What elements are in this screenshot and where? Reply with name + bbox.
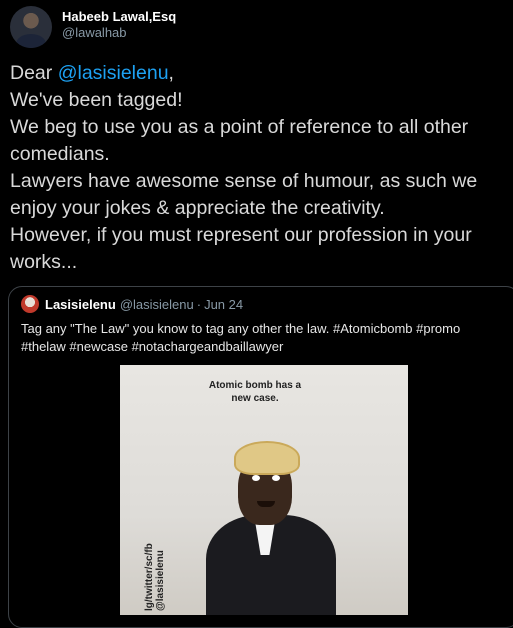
quoted-author-avatar xyxy=(21,295,39,313)
author-avatar[interactable] xyxy=(10,6,52,48)
media-watermark: lg/twitter/sc/fb @lasisielenu xyxy=(144,543,166,611)
tweet-line: We beg to use you as a point of referenc… xyxy=(10,116,469,165)
quoted-tweet-text: Tag any "The Law" you know to tag any ot… xyxy=(21,321,461,354)
tweet-body: Dear @lasisielenu, We've been tagged! We… xyxy=(10,60,510,276)
quoted-author-handle: @lasisielenu xyxy=(119,296,194,312)
greeting-prefix: Dear xyxy=(10,62,58,84)
eye-left xyxy=(252,475,260,481)
author-display-name[interactable]: Habeeb Lawal,Esq xyxy=(62,9,176,25)
tweet-header: Habeeb Lawal,Esq @lawalhab xyxy=(10,6,176,48)
quoted-date: Jun 24 xyxy=(204,296,244,312)
watermark-line1: lg/twitter/sc/fb xyxy=(144,543,155,611)
quoted-author-name: Lasisielenu xyxy=(45,296,116,312)
separator-dot: · xyxy=(196,296,202,312)
quoted-media-thumbnail[interactable]: Atomic bomb has a new case. lg/twitter/s… xyxy=(120,365,408,615)
quoted-tweet-header: Lasisielenu @lasisielenu · Jun 24 xyxy=(21,295,243,313)
media-caption: Atomic bomb has a new case. xyxy=(208,380,302,404)
tweet-greeting: Dear @lasisielenu, xyxy=(10,60,510,87)
quoted-tweet[interactable]: Lasisielenu @lasisielenu · Jun 24 Tag an… xyxy=(8,286,513,628)
mention-link[interactable]: @lasisielenu xyxy=(58,62,169,84)
tweet-line: However, if you must represent our profe… xyxy=(10,224,472,273)
greeting-suffix: , xyxy=(168,62,174,84)
author-handle[interactable]: @lawalhab xyxy=(62,25,176,41)
watermark-line2: @lasisielenu xyxy=(155,550,166,611)
eye-right xyxy=(272,475,280,481)
tweet-line: Lawyers have awesome sense of humour, as… xyxy=(10,170,478,219)
tweet-line: We've been tagged! xyxy=(10,89,183,111)
wig-shape xyxy=(234,441,300,475)
